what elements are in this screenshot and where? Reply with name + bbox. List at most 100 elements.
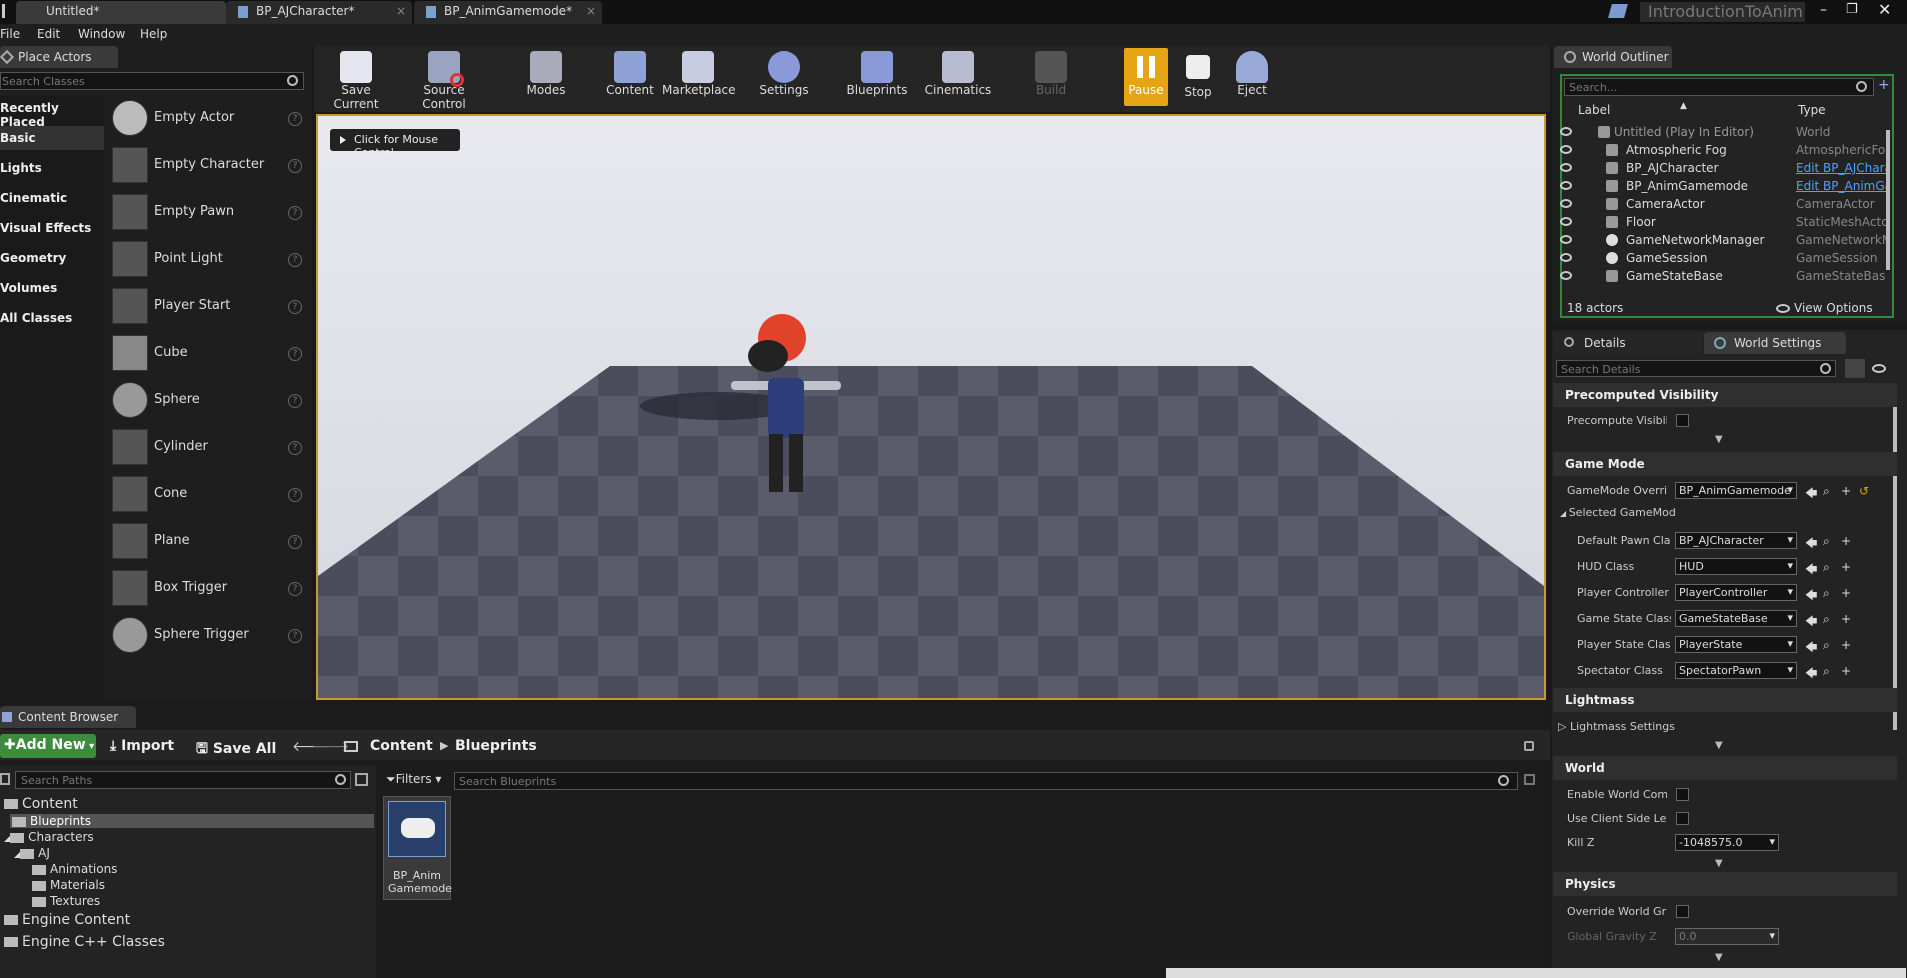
help-icon[interactable]: ? bbox=[288, 535, 302, 549]
tree-item-blueprints[interactable]: Blueprints bbox=[10, 814, 374, 828]
world-settings-tab[interactable]: World Settings bbox=[1704, 332, 1846, 354]
breadcrumb-blueprints[interactable]: Blueprints bbox=[455, 738, 537, 754]
add-icon[interactable]: + bbox=[1841, 638, 1851, 652]
source-control-status-icon[interactable] bbox=[1608, 4, 1628, 18]
browse-icon[interactable]: ⌕ bbox=[1823, 560, 1830, 575]
browse-icon[interactable]: ⌕ bbox=[1823, 638, 1830, 653]
save-current-button[interactable]: Save Current bbox=[318, 48, 394, 111]
actor-item[interactable]: Cube? bbox=[110, 331, 308, 377]
browse-icon[interactable]: ⌕ bbox=[1823, 534, 1830, 549]
add-icon[interactable]: + bbox=[1841, 484, 1851, 498]
add-icon[interactable]: + bbox=[1841, 664, 1851, 678]
close-icon[interactable]: × bbox=[396, 4, 406, 18]
actor-item[interactable]: Cone? bbox=[110, 472, 308, 518]
blueprints-button[interactable]: Blueprints bbox=[846, 48, 908, 108]
actor-item[interactable]: Empty Pawn? bbox=[110, 190, 308, 236]
tree-item-materials[interactable]: Materials bbox=[32, 878, 105, 892]
help-icon[interactable]: ? bbox=[288, 206, 302, 220]
use-client-side-checkbox[interactable] bbox=[1676, 812, 1689, 825]
lightmass-settings-row[interactable]: ▷ Lightmass Settings bbox=[1558, 720, 1675, 733]
menu-help[interactable]: Help bbox=[140, 27, 167, 41]
history-icon[interactable] bbox=[1524, 774, 1535, 785]
close-window-button[interactable]: ✕ bbox=[1878, 0, 1898, 20]
override-gravity-checkbox[interactable] bbox=[1676, 905, 1689, 918]
lock-icon[interactable] bbox=[1524, 741, 1534, 751]
outliner-search-input[interactable]: Search... bbox=[1564, 78, 1874, 96]
import-button[interactable]: ⤓ Import bbox=[110, 738, 174, 754]
search-assets-input[interactable]: Search Blueprints bbox=[454, 772, 1518, 790]
selected-gamemode-row[interactable]: ◢ Selected GameMod bbox=[1560, 506, 1676, 519]
enable-world-composition-checkbox[interactable] bbox=[1676, 788, 1689, 801]
search-paths-input[interactable]: Search Paths bbox=[15, 771, 351, 789]
tree-item-aj[interactable]: ◢ AJ bbox=[14, 846, 50, 860]
class-dropdown[interactable]: GameStateBase bbox=[1675, 610, 1797, 627]
use-selected-icon[interactable]: 🡄 bbox=[1805, 534, 1817, 555]
tree-item-textures[interactable]: Textures bbox=[32, 894, 100, 908]
class-dropdown[interactable]: PlayerState bbox=[1675, 636, 1797, 653]
outliner-row[interactable]: Floor StaticMeshActor bbox=[1560, 214, 1890, 232]
actor-item[interactable]: Sphere Trigger? bbox=[110, 613, 308, 659]
tree-item-content[interactable]: Content bbox=[4, 796, 78, 812]
tab-bp-animgamemode[interactable]: BP_AnimGamemode* × bbox=[414, 1, 602, 24]
reset-icon[interactable]: ↺ bbox=[1859, 484, 1869, 498]
eye-icon[interactable] bbox=[1560, 127, 1572, 136]
eye-icon[interactable] bbox=[1560, 163, 1572, 172]
eye-icon[interactable] bbox=[1560, 235, 1572, 244]
outliner-row[interactable]: Atmospheric Fog AtmosphericFog bbox=[1560, 142, 1890, 160]
level-viewport[interactable]: Click for Mouse Control bbox=[316, 114, 1546, 700]
outliner-row[interactable]: BP_AJCharacterEdit BP_AJCharac bbox=[1560, 160, 1890, 178]
tree-item-characters[interactable]: ◢ Characters bbox=[4, 830, 94, 844]
source-control-button[interactable]: Source Control bbox=[400, 48, 488, 111]
class-dropdown[interactable]: PlayerController bbox=[1675, 584, 1797, 601]
view-toggle-icon[interactable] bbox=[355, 773, 368, 786]
minimize-button[interactable]: – bbox=[1820, 2, 1840, 20]
use-selected-icon[interactable]: 🡄 bbox=[1805, 638, 1817, 659]
pause-button[interactable]: Pause bbox=[1124, 48, 1168, 106]
eye-icon[interactable] bbox=[1560, 271, 1572, 280]
section-physics[interactable]: Physics bbox=[1553, 872, 1897, 896]
use-selected-icon[interactable]: 🡄 bbox=[1805, 484, 1817, 505]
help-icon[interactable]: ? bbox=[288, 253, 302, 267]
browse-icon[interactable]: ⌕ bbox=[1823, 586, 1830, 601]
outliner-row[interactable]: BP_AnimGamemode Edit BP_AnimGa bbox=[1560, 178, 1890, 196]
section-world[interactable]: World bbox=[1553, 756, 1897, 780]
tab-bp-ajcharacter[interactable]: BP_AJCharacter* × bbox=[226, 1, 412, 24]
precompute-visibility-checkbox[interactable] bbox=[1676, 414, 1689, 427]
outliner-col-type[interactable]: Type bbox=[1798, 103, 1826, 117]
content-button[interactable]: Content bbox=[602, 48, 658, 108]
outliner-row[interactable]: GameSession GameSession bbox=[1560, 250, 1890, 268]
tree-item-animations[interactable]: Animations bbox=[32, 862, 117, 876]
eye-icon[interactable] bbox=[1872, 364, 1886, 373]
add-icon[interactable]: + bbox=[1841, 612, 1851, 626]
class-dropdown[interactable]: BP_AJCharacter bbox=[1675, 532, 1797, 549]
expand-arrow-icon[interactable]: ▼ bbox=[1715, 858, 1723, 869]
add-new-button[interactable]: ✚Add New ▾ bbox=[0, 734, 96, 758]
actor-item[interactable]: Sphere? bbox=[110, 378, 308, 424]
tree-item-engine-cpp-classes[interactable]: Engine C++ Classes bbox=[4, 934, 165, 950]
world-outliner-tab[interactable]: World Outliner bbox=[1554, 46, 1672, 68]
asset-tile[interactable]: BP_Anim Gamemode bbox=[383, 796, 452, 900]
help-icon[interactable]: ? bbox=[288, 582, 302, 596]
actor-item[interactable]: Cylinder? bbox=[110, 425, 308, 471]
actor-item[interactable]: Point Light? bbox=[110, 237, 308, 283]
eye-icon[interactable] bbox=[1560, 199, 1572, 208]
help-icon[interactable]: ? bbox=[288, 488, 302, 502]
menu-file[interactable]: File bbox=[0, 27, 20, 41]
class-dropdown[interactable]: SpectatorPawn bbox=[1675, 662, 1797, 679]
eye-icon[interactable] bbox=[1560, 253, 1572, 262]
add-icon[interactable]: + bbox=[1841, 534, 1851, 548]
tab-untitled[interactable]: Untitled* bbox=[16, 1, 226, 24]
help-icon[interactable]: ? bbox=[288, 347, 302, 361]
modes-button[interactable]: Modes bbox=[520, 48, 572, 108]
browse-icon[interactable]: ⌕ bbox=[1823, 612, 1830, 627]
stop-button[interactable]: Stop bbox=[1178, 48, 1218, 108]
gamemode-override-dropdown[interactable]: BP_AnimGamemode bbox=[1675, 482, 1797, 499]
cinematics-button[interactable]: Cinematics bbox=[924, 48, 992, 108]
mouse-control-hint[interactable]: Click for Mouse Control bbox=[330, 129, 460, 159]
use-selected-icon[interactable]: 🡄 bbox=[1805, 664, 1817, 685]
outliner-row[interactable]: Untitled (Play In Editor) World bbox=[1560, 124, 1890, 142]
view-options-button[interactable]: View Options bbox=[1776, 301, 1873, 315]
eye-icon[interactable] bbox=[1560, 181, 1572, 190]
help-icon[interactable]: ? bbox=[288, 394, 302, 408]
outliner-row[interactable]: CameraActor CameraActor bbox=[1560, 196, 1890, 214]
